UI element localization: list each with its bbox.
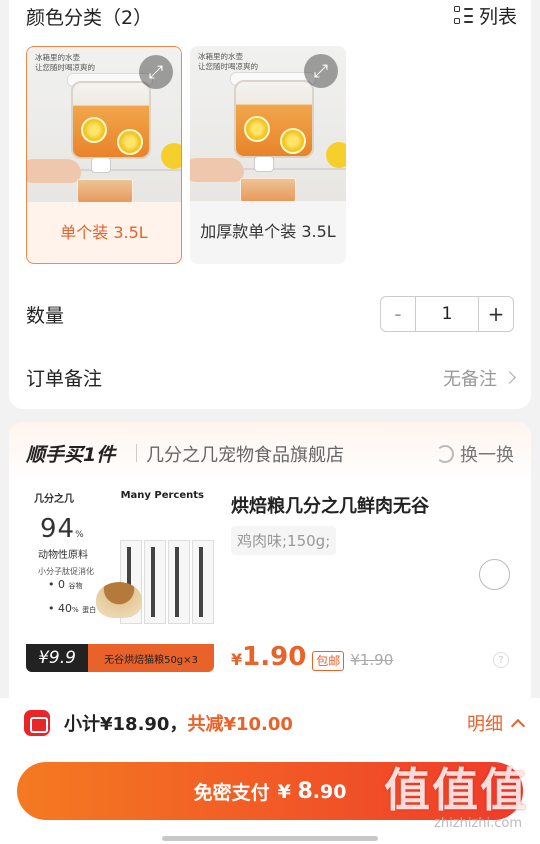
watermark: 值值值 [384,763,528,817]
original-price: ¥1.90 [350,651,394,669]
radio-unchecked-icon[interactable] [479,559,510,590]
list-view-label: 列表 [478,6,517,28]
discount-total: 共减¥10.00 [187,714,293,735]
spec-option-single[interactable]: 冰箱里的水壶 让您随时喝凉爽的 ⤢ 单个装 3.5L [26,46,182,264]
product-price: ¥1.90 [231,642,307,672]
swap-icon [436,445,454,463]
detail-button[interactable]: 明细 [467,710,526,736]
option-image: 冰箱里的水壶 让您随时喝凉爽的 ⤢ [190,46,346,201]
help-icon[interactable]: ? [493,652,509,668]
divider [136,444,137,462]
option-label: 加厚款单个装 3.5L [200,222,336,241]
quantity-row: 数量 - 1 + [26,296,514,332]
product-spec[interactable]: 鸡肉味;150g; [231,526,337,555]
list-icon [453,5,473,26]
list-view-toggle[interactable]: 列表 [453,2,517,29]
spec-title: 颜色分类（2） [26,7,153,29]
watermark-url: zhizhizhi.com [434,816,522,831]
swap-button[interactable]: 换一换 [436,441,514,467]
expand-icon[interactable]: ⤢ [304,54,338,88]
decrease-button[interactable]: - [381,297,415,331]
expand-icon[interactable]: ⤢ [139,55,173,89]
free-shipping-tag: 包邮 [312,651,345,671]
spec-option-thick[interactable]: 冰箱里的水壶 让您随时喝凉爽的 ⤢ 加厚款单个装 3.5L [190,46,346,264]
quantity-value[interactable]: 1 [415,297,479,331]
option-label: 单个装 3.5L [60,223,148,242]
order-note-row[interactable]: 订单备注 无备注 [26,364,516,391]
quantity-stepper: - 1 + [380,296,514,332]
order-note-value: 无备注 [443,368,497,390]
addon-title: 顺手买1件 [26,444,116,466]
chevron-right-icon [503,371,516,384]
subtotal: 小计¥18.90， [64,714,188,735]
quantity-label: 数量 [26,304,65,327]
option-image: 冰箱里的水壶 让您随时喝凉爽的 ⤢ [27,47,181,202]
order-note-label: 订单备注 [26,368,103,390]
addon-card: 顺手买1件 几分之几宠物食品旗舰店 换一换 几分之几 Many Percents… [9,422,531,700]
increase-button[interactable]: + [479,297,513,331]
chevron-up-icon [510,718,526,734]
price-row: ¥1.90 包邮 ¥1.90 [231,642,393,672]
product-image[interactable]: 几分之几 Many Percents 94% 动物性原料 小分子肽促消化 • 0… [26,486,214,672]
checkout-bar: 小计¥18.90， 共减¥10.00 明细 免密支付 ¥ 8.90 值值值 zh… [0,698,540,844]
store-name[interactable]: 几分之几宠物食品旗舰店 [146,441,344,467]
product-name[interactable]: 烘焙粮几分之几鲜肉无谷 [231,492,429,518]
spec-card: 颜色分类（2） 列表 冰箱里的水壶 让您随时喝凉爽的 ⤢ 单个装 3.5L 冰箱里… [9,0,531,409]
home-indicator [162,836,378,841]
logo-icon [24,710,50,736]
